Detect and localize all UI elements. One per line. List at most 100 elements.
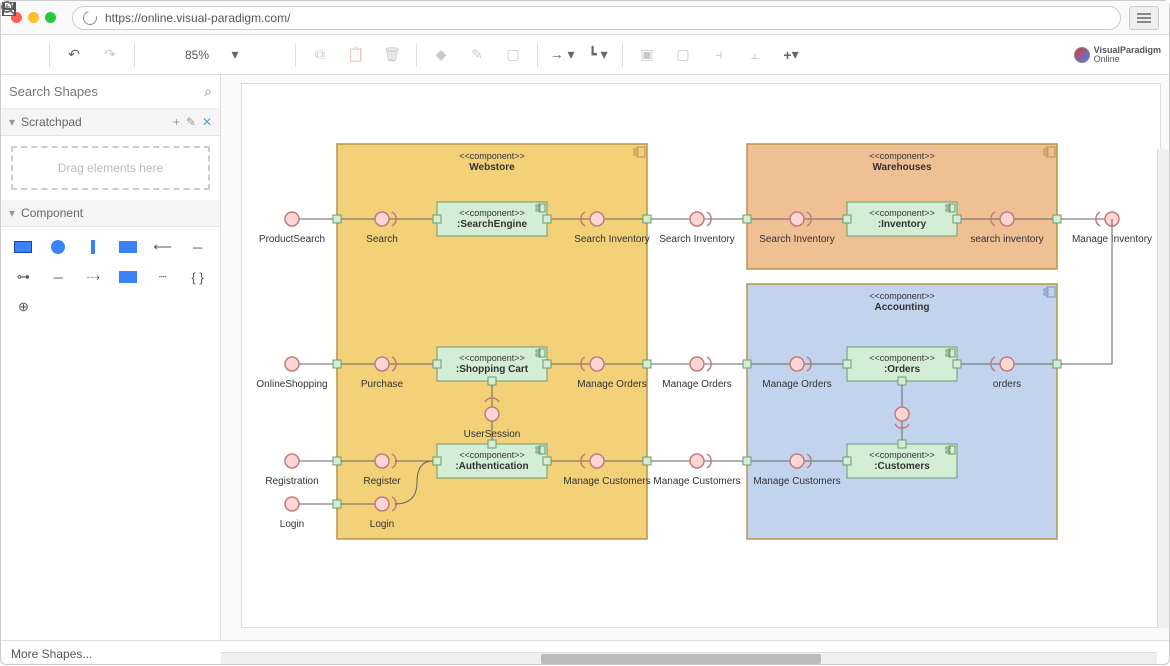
svg-text::Authentication: :Authentication	[455, 461, 528, 472]
maximize-dot[interactable]	[45, 12, 56, 23]
palette-line[interactable]: ─	[185, 237, 210, 257]
diagram-canvas[interactable]: <<component>> Webstore <<component>> War…	[241, 83, 1161, 628]
svg-text:Accounting: Accounting	[875, 302, 930, 313]
scratchpad-dropzone[interactable]: Drag elements here	[11, 146, 210, 190]
redo-button[interactable]: ↷	[94, 41, 126, 69]
shape-palette: ⟵ ─ ⊶ ─ ⤏ ┈ { } ⊕	[1, 227, 220, 327]
svg-text:Manage Orders: Manage Orders	[577, 379, 646, 390]
scratchpad-header[interactable]: ▾ Scratchpad + ✎ ✕	[1, 109, 220, 136]
palette-assoc[interactable]: ─	[46, 267, 71, 287]
zoom-level[interactable]: 85%	[179, 48, 215, 62]
svg-text:<<component>>: <<component>>	[459, 450, 525, 460]
close-icon[interactable]: ✕	[202, 115, 212, 129]
canvas-area[interactable]: <<component>> Webstore <<component>> War…	[221, 75, 1169, 640]
svg-text:Search Inventory: Search Inventory	[574, 234, 650, 245]
svg-text:Registration: Registration	[265, 476, 318, 487]
sidebar: ⌕ ▾ Scratchpad + ✎ ✕ Drag elements here …	[1, 75, 221, 640]
url-text: https://online.visual-paradigm.com/	[105, 11, 290, 25]
svg-text:Webstore: Webstore	[469, 162, 515, 173]
palette-component[interactable]	[11, 237, 36, 257]
svg-text:<<component>>: <<component>>	[459, 151, 525, 161]
collapse-icon[interactable]: ▾	[9, 206, 15, 220]
svg-text:<<component>>: <<component>>	[459, 353, 525, 363]
palette-required[interactable]: ⊕	[11, 297, 36, 317]
paste-button[interactable]: 📋	[340, 41, 372, 69]
svg-text:<<component>>: <<component>>	[459, 208, 525, 218]
vertical-scrollbar[interactable]	[1157, 149, 1169, 628]
connector-button[interactable]: → ▾	[546, 41, 578, 69]
line-color-button[interactable]: ✎	[461, 41, 493, 69]
to-back-button[interactable]: ▢	[667, 41, 699, 69]
svg-text:Search Inventory: Search Inventory	[759, 234, 835, 245]
save-button[interactable]	[9, 41, 41, 69]
svg-text::Customers: :Customers	[874, 461, 930, 472]
svg-text:search inventory: search inventory	[970, 234, 1043, 245]
fill-color-button[interactable]: ◆	[425, 41, 457, 69]
more-shapes-link[interactable]: More Shapes...	[11, 647, 92, 661]
svg-text:Purchase: Purchase	[361, 379, 404, 390]
palette-provided[interactable]: ⊶	[11, 267, 36, 287]
zoom-in-button[interactable]	[255, 41, 287, 69]
add-button[interactable]: + ▾	[775, 41, 807, 69]
svg-text:orders: orders	[993, 379, 1021, 390]
distribute-button[interactable]: ⫠	[739, 41, 771, 69]
svg-text:Warehouses: Warehouses	[872, 162, 932, 173]
shape-search[interactable]: ⌕	[1, 75, 220, 109]
logo-icon	[1074, 47, 1090, 63]
svg-text:UserSession: UserSession	[464, 429, 521, 440]
svg-text:<<component>>: <<component>>	[869, 291, 935, 301]
copy-button[interactable]: ⧉	[304, 41, 336, 69]
window-controls[interactable]	[11, 12, 56, 23]
url-bar[interactable]: https://online.visual-paradigm.com/	[72, 6, 1121, 30]
scratchpad-title: Scratchpad	[21, 115, 167, 129]
minimize-dot[interactable]	[28, 12, 39, 23]
svg-text:ProductSearch: ProductSearch	[259, 234, 325, 245]
palette-interface[interactable]	[46, 237, 71, 257]
refresh-icon[interactable]	[80, 8, 99, 27]
svg-text:Manage Customers: Manage Customers	[563, 476, 650, 487]
palette-dashed[interactable]: ⤏	[81, 267, 106, 287]
svg-text:Login: Login	[370, 519, 394, 530]
svg-text:<<component>>: <<component>>	[869, 208, 935, 218]
edit-icon[interactable]: ✎	[186, 115, 196, 129]
svg-text:Manage Orders: Manage Orders	[662, 379, 731, 390]
svg-text:OnlineShopping: OnlineShopping	[256, 379, 327, 390]
zoom-out-button[interactable]	[143, 41, 175, 69]
search-icon[interactable]: ⌕	[204, 83, 212, 100]
zoom-dropdown[interactable]: ▾	[219, 41, 251, 69]
svg-text::SearchEngine: :SearchEngine	[457, 219, 527, 230]
horizontal-scrollbar[interactable]	[221, 652, 1157, 664]
toolbar: ↶ ↷ 85% ▾ ⧉ 📋 🗑 ◆ ✎ ▢ → ▾ ┗ ▾ ▣ ▢ ⫞ ⫠ + …	[1, 35, 1169, 75]
undo-button[interactable]: ↶	[58, 41, 90, 69]
search-input[interactable]	[9, 84, 204, 99]
svg-text:<<component>>: <<component>>	[869, 450, 935, 460]
hamburger-menu-button[interactable]	[1129, 6, 1159, 30]
waypoint-button[interactable]: ┗ ▾	[582, 41, 614, 69]
palette-port[interactable]	[81, 237, 106, 257]
svg-text:Manage Orders: Manage Orders	[762, 379, 831, 390]
delete-button[interactable]: 🗑	[376, 41, 408, 69]
collapse-icon[interactable]: ▾	[9, 115, 15, 129]
palette-note[interactable]	[116, 267, 141, 287]
palette-dependency[interactable]: ⟵	[150, 237, 175, 257]
diagram-svg[interactable]: <<component>> Webstore <<component>> War…	[242, 84, 1162, 629]
svg-text:Register: Register	[363, 476, 401, 487]
component-header[interactable]: ▾ Component	[1, 200, 220, 227]
add-icon[interactable]: +	[173, 115, 180, 129]
palette-package[interactable]	[116, 237, 141, 257]
shadow-button[interactable]: ▢	[497, 41, 529, 69]
to-front-button[interactable]: ▣	[631, 41, 663, 69]
window-titlebar: https://online.visual-paradigm.com/	[1, 1, 1169, 35]
svg-text::Orders: :Orders	[884, 364, 921, 375]
svg-text:Search: Search	[366, 234, 398, 245]
svg-text::Shopping Cart: :Shopping Cart	[456, 364, 529, 375]
svg-text:Search Inventory: Search Inventory	[659, 234, 735, 245]
svg-text:Manage Customers: Manage Customers	[653, 476, 740, 487]
svg-text:Manage Customers: Manage Customers	[753, 476, 840, 487]
align-button[interactable]: ⫞	[703, 41, 735, 69]
svg-text:Login: Login	[280, 519, 304, 530]
palette-constraint[interactable]: { }	[185, 267, 210, 287]
palette-dots[interactable]: ┈	[150, 267, 175, 287]
svg-text:<<component>>: <<component>>	[869, 353, 935, 363]
brand-logo[interactable]: VisualParadigmOnline	[1074, 46, 1161, 64]
